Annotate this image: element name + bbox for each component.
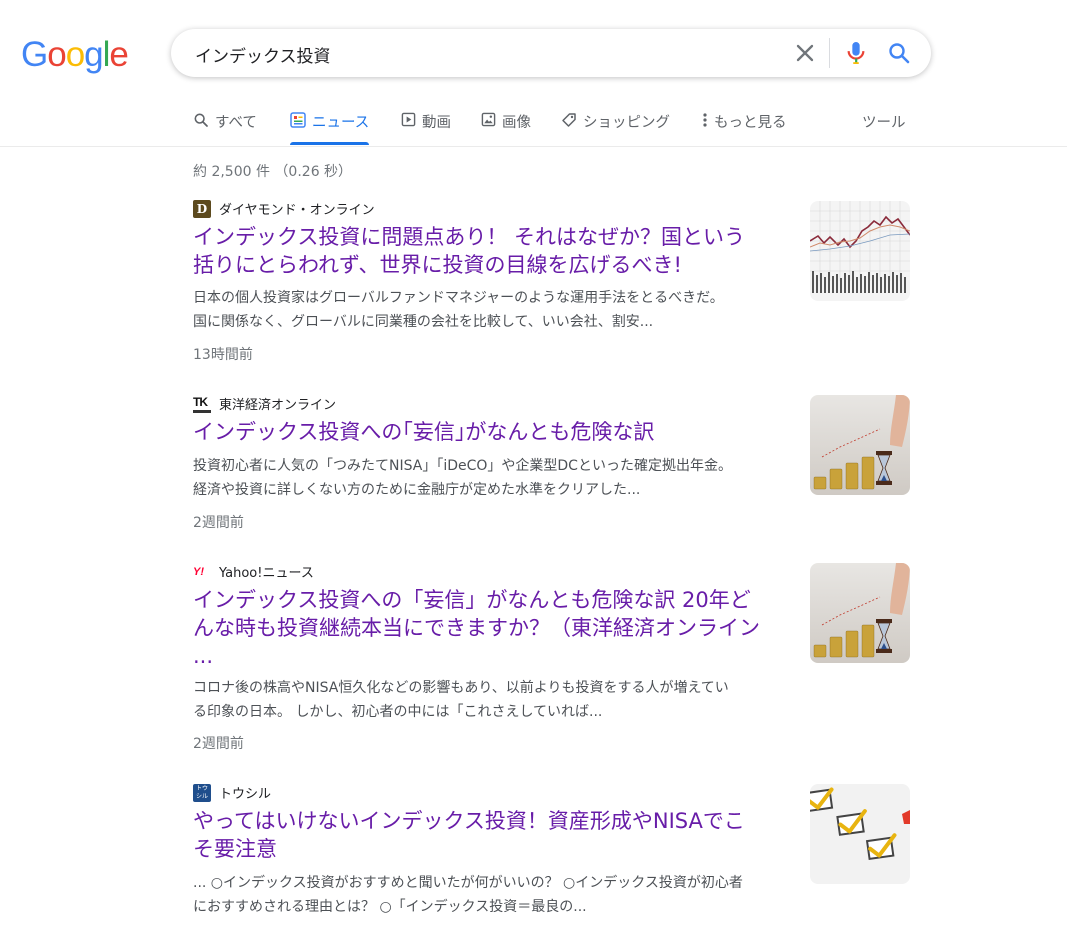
result-snippet: ... ○インデックス投資がおすすめと聞いたが何がいいの？ ○インデックス投資が… <box>193 871 793 919</box>
logo-letter: o <box>65 35 85 74</box>
logo-letter: G <box>21 35 48 74</box>
coins-hourglass-thumbnail[interactable] <box>810 563 910 663</box>
search-box[interactable]: インデックス投資 <box>171 29 931 77</box>
title-line: 括りにとらわれず、世界に投資の目線を広げるべき! <box>193 253 682 277</box>
favicon: Y! <box>193 565 204 578</box>
result-age: 13時間前 <box>193 347 253 363</box>
tab-label: ショッピング <box>583 115 670 131</box>
title-line: インデックス投資への｢妄信｣がなんとも危険な訳 <box>193 420 655 444</box>
search-divider <box>829 38 830 68</box>
tab-label: ツール <box>862 115 906 131</box>
result-snippet: 日本の個人投資家はグローバルファンドマネジャーのような運用手法をとるべきだ。 国… <box>193 286 793 334</box>
image-icon <box>481 112 496 127</box>
tab-shopping[interactable]: ショッピング <box>561 111 670 145</box>
search-tabs: すべて ニュース 動画 画像 ショッピング もっと見る ツール <box>0 100 1067 147</box>
tab-videos[interactable]: 動画 <box>401 111 451 145</box>
search-input[interactable]: インデックス投資 <box>195 42 331 67</box>
result-age: 2週間前 <box>193 736 244 752</box>
microphone-icon[interactable] <box>845 40 867 66</box>
result-source[interactable]: TK 東洋経済オンライン <box>193 394 336 413</box>
tab-images[interactable]: 画像 <box>481 111 531 145</box>
snippet-line: 日本の個人投資家はグローバルファンドマネジャーのような運用手法をとるべきだ。 <box>193 290 724 306</box>
source-name: 東洋経済オンライン <box>219 398 337 413</box>
result-title-link[interactable]: やってはいけないインデックス投資！資産形成やNISAでこ そ要注意 <box>193 807 793 863</box>
snippet-line: る印象の日本。 しかし、初心者の中には「これさえしていれば... <box>193 704 603 720</box>
logo-letter: g <box>84 35 103 74</box>
title-line: インデックス投資への「妄信」がなんとも危険な訳 20年ど <box>193 588 751 612</box>
result-title-link[interactable]: インデックス投資に問題点あり！ それはなぜか？国という 括りにとらわれず、世界に… <box>193 223 793 279</box>
result-title-link[interactable]: インデックス投資への「妄信」がなんとも危険な訳 20年ど んな時も投資継続本当に… <box>193 586 793 670</box>
more-vert-icon <box>703 113 707 127</box>
snippet-line: 国に関係なく、グローバルに同業種の会社を比較して、いい会社、割安... <box>193 314 654 330</box>
snippet-line: におすすめされる理由とは？ ○「インデックス投資＝最良の... <box>193 899 587 915</box>
snippet-line: ... ○インデックス投資がおすすめと聞いたが何がいいの？ ○インデックス投資が… <box>193 875 743 891</box>
clear-icon[interactable] <box>791 39 819 67</box>
title-line: ... <box>193 644 214 668</box>
title-line: んな時も投資継続本当にできますか？（東洋経済オンライン <box>193 616 760 640</box>
stock-chart-thumbnail[interactable] <box>810 201 910 301</box>
result-source[interactable]: D ダイヤモンド・オンライン <box>193 199 375 218</box>
tab-label: 画像 <box>502 115 531 131</box>
logo-letter: o <box>47 35 66 74</box>
logo-letter: e <box>109 35 128 74</box>
tab-more[interactable]: もっと見る <box>702 111 787 145</box>
favicon: TK <box>193 395 211 413</box>
search-icon[interactable] <box>887 41 911 65</box>
result-title-link[interactable]: インデックス投資への｢妄信｣がなんとも危険な訳 <box>193 418 793 446</box>
source-name: Yahoo!ニュース <box>219 566 314 581</box>
tab-label: すべて <box>215 115 257 131</box>
source-name: トウシル <box>219 787 272 802</box>
news-icon <box>290 112 306 128</box>
checklist-thumbnail[interactable] <box>810 784 910 884</box>
active-tab-indicator <box>290 142 370 145</box>
google-logo[interactable]: Google <box>21 35 129 74</box>
result-snippet: コロナ後の株高やNISA恒久化などの影響もあり、以前よりも投資をする人が増えてい… <box>193 676 793 724</box>
tab-label: 動画 <box>422 115 451 131</box>
tab-label: もっと見る <box>714 115 787 131</box>
snippet-line: コロナ後の株高やNISA恒久化などの影響もあり、以前よりも投資をする人が増えてい <box>193 680 729 696</box>
title-line: インデックス投資に問題点あり！ それはなぜか？国という <box>193 225 746 249</box>
result-source[interactable]: Y! Yahoo!ニュース <box>193 562 314 582</box>
result-age: 2週間前 <box>193 515 244 531</box>
coins-hourglass-thumbnail[interactable] <box>810 395 910 495</box>
tab-news[interactable]: ニュース <box>290 111 370 145</box>
source-name: ダイヤモンド・オンライン <box>219 203 375 218</box>
snippet-line: 経済や投資に詳しくない方のために金融庁が定めた水準をクリアした... <box>193 482 641 498</box>
favicon: D <box>193 199 211 218</box>
tab-label: ニュース <box>312 115 370 131</box>
favicon: トウ シル <box>193 783 211 802</box>
tag-icon <box>562 113 576 127</box>
result-snippet: 投資初心者に人気の「つみたてNISA」「iDeCO」や企業型DCといった確定拠出… <box>193 454 793 502</box>
result-stats: 約 2,500 件 （0.26 秒） <box>193 164 353 180</box>
tab-all[interactable]: すべて <box>193 111 257 145</box>
snippet-line: 投資初心者に人気の「つみたてNISA」「iDeCO」や企業型DCといった確定拠出… <box>193 458 732 474</box>
video-icon <box>401 112 416 127</box>
title-line: そ要注意 <box>193 837 277 861</box>
search-icon <box>194 113 208 127</box>
title-line: やってはいけないインデックス投資！資産形成やNISAでこ <box>193 809 745 833</box>
tab-tools[interactable]: ツール <box>862 111 906 145</box>
result-source[interactable]: トウ シル トウシル <box>193 783 271 802</box>
